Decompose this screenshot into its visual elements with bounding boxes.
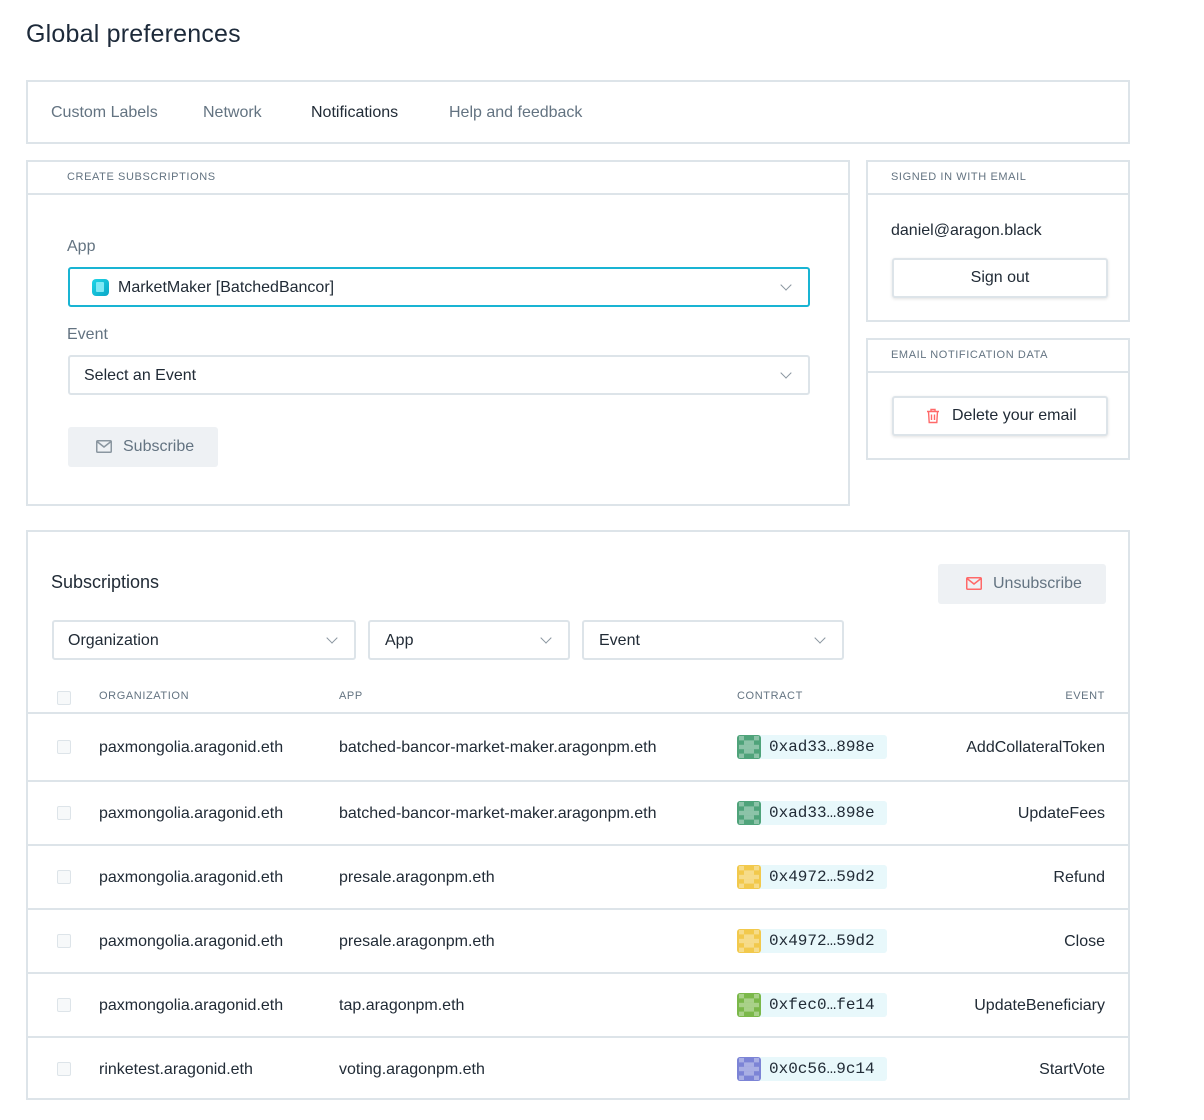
row-checkbox[interactable] bbox=[57, 1062, 71, 1076]
create-subscriptions-header: CREATE SUBSCRIPTIONS bbox=[28, 162, 848, 195]
app-filter-value: App bbox=[385, 632, 414, 649]
app-select[interactable]: MarketMaker [BatchedBancor] bbox=[68, 267, 810, 307]
column-header-app: APP bbox=[339, 690, 363, 702]
row-app: voting.aragonpm.eth bbox=[339, 1061, 485, 1078]
table-row[interactable]: paxmongolia.aragonid.eth presale.aragonpm… bbox=[28, 844, 1128, 908]
identicon-icon bbox=[737, 735, 761, 759]
row-organization: paxmongolia.aragonid.eth bbox=[99, 739, 284, 756]
row-app: batched-bancor-market-maker.aragonpm.eth bbox=[339, 739, 657, 756]
column-header-organization: ORGANIZATION bbox=[99, 690, 190, 702]
chevron-down-icon bbox=[780, 279, 792, 291]
tab-network[interactable]: Network bbox=[203, 82, 262, 142]
identicon-icon bbox=[737, 865, 761, 889]
chevron-down-icon bbox=[780, 367, 792, 379]
contract-address-badge[interactable]: 0x4972…59d2 bbox=[737, 865, 887, 889]
table-row[interactable]: paxmongolia.aragonid.eth batched-bancor-m… bbox=[28, 712, 1128, 780]
column-header-event: EVENT bbox=[1065, 690, 1105, 702]
email-notification-data-panel: EMAIL NOTIFICATION DATA Delete your emai… bbox=[866, 338, 1130, 460]
row-app: tap.aragonpm.eth bbox=[339, 997, 465, 1014]
table-row[interactable]: paxmongolia.aragonid.eth tap.aragonpm.eth… bbox=[28, 972, 1128, 1036]
row-checkbox[interactable] bbox=[57, 870, 71, 884]
row-organization: paxmongolia.aragonid.eth bbox=[99, 997, 284, 1014]
row-event: Refund bbox=[1053, 869, 1105, 886]
contract-address-badge[interactable]: 0x0c56…9c14 bbox=[737, 1057, 887, 1081]
page-title: Global preferences bbox=[26, 20, 241, 48]
row-contract: 0xad33…898e bbox=[769, 804, 875, 822]
identicon-icon bbox=[737, 1057, 761, 1081]
row-contract: 0xad33…898e bbox=[769, 738, 875, 756]
identicon-icon bbox=[737, 929, 761, 953]
row-contract: 0xfec0…fe14 bbox=[769, 996, 875, 1014]
app-field-label: App bbox=[67, 238, 96, 255]
subscribe-button-label: Subscribe bbox=[123, 438, 195, 455]
row-checkbox[interactable] bbox=[57, 998, 71, 1012]
contract-address-badge[interactable]: 0xfec0…fe14 bbox=[737, 993, 887, 1017]
delete-email-label: Delete your email bbox=[952, 407, 1077, 424]
contract-address-badge[interactable]: 0x4972…59d2 bbox=[737, 929, 887, 953]
sign-out-button[interactable]: Sign out bbox=[892, 258, 1108, 298]
event-field-label: Event bbox=[67, 326, 108, 343]
signed-in-header: SIGNED IN WITH EMAIL bbox=[868, 162, 1128, 195]
app-select-value: MarketMaker [BatchedBancor] bbox=[118, 279, 335, 296]
row-organization: paxmongolia.aragonid.eth bbox=[99, 869, 284, 886]
row-app: presale.aragonpm.eth bbox=[339, 933, 495, 950]
tab-bar: Custom Labels Network Notifications Help… bbox=[26, 80, 1130, 144]
unsubscribe-button-label: Unsubscribe bbox=[993, 575, 1082, 592]
tab-help-and-feedback[interactable]: Help and feedback bbox=[449, 82, 582, 142]
mail-icon bbox=[966, 577, 982, 590]
delete-email-button[interactable]: Delete your email bbox=[892, 396, 1108, 436]
row-checkbox[interactable] bbox=[57, 740, 71, 754]
event-filter-value: Event bbox=[599, 632, 640, 649]
row-contract: 0x4972…59d2 bbox=[769, 868, 875, 886]
row-checkbox[interactable] bbox=[57, 806, 71, 820]
row-contract: 0x4972…59d2 bbox=[769, 932, 875, 950]
identicon-icon bbox=[737, 993, 761, 1017]
row-app: presale.aragonpm.eth bbox=[339, 869, 495, 886]
identicon-icon bbox=[737, 801, 761, 825]
signed-in-title: SIGNED IN WITH EMAIL bbox=[891, 171, 1027, 183]
row-checkbox[interactable] bbox=[57, 934, 71, 948]
tab-notifications[interactable]: Notifications bbox=[311, 82, 398, 142]
unsubscribe-button[interactable]: Unsubscribe bbox=[938, 564, 1106, 604]
select-all-checkbox[interactable] bbox=[57, 691, 71, 705]
row-app: batched-bancor-market-maker.aragonpm.eth bbox=[339, 805, 657, 822]
organization-filter-value: Organization bbox=[68, 632, 159, 649]
row-organization: rinketest.aragonid.eth bbox=[99, 1061, 253, 1078]
mail-icon bbox=[96, 440, 112, 453]
column-header-contract: CONTRACT bbox=[737, 690, 803, 702]
app-filter[interactable]: App bbox=[368, 620, 570, 660]
row-event: Close bbox=[1064, 933, 1105, 950]
create-subscriptions-title: CREATE SUBSCRIPTIONS bbox=[67, 171, 216, 183]
tab-custom-labels[interactable]: Custom Labels bbox=[51, 82, 158, 142]
event-filter[interactable]: Event bbox=[582, 620, 844, 660]
app-cube-icon bbox=[92, 279, 109, 296]
subscribe-button[interactable]: Subscribe bbox=[68, 427, 218, 467]
trash-icon bbox=[927, 408, 939, 424]
table-row[interactable]: paxmongolia.aragonid.eth batched-bancor-m… bbox=[28, 780, 1128, 844]
row-organization: paxmongolia.aragonid.eth bbox=[99, 933, 284, 950]
row-contract: 0x0c56…9c14 bbox=[769, 1060, 875, 1078]
row-event: UpdateFees bbox=[1017, 805, 1105, 822]
row-event: StartVote bbox=[1039, 1061, 1105, 1078]
email-data-header: EMAIL NOTIFICATION DATA bbox=[868, 340, 1128, 373]
create-subscriptions-panel: CREATE SUBSCRIPTIONS App MarketMaker [Ba… bbox=[26, 160, 850, 506]
contract-address-badge[interactable]: 0xad33…898e bbox=[737, 801, 887, 825]
organization-filter[interactable]: Organization bbox=[52, 620, 356, 660]
chevron-down-icon bbox=[814, 632, 826, 644]
row-event: UpdateBeneficiary bbox=[974, 997, 1105, 1014]
row-organization: paxmongolia.aragonid.eth bbox=[99, 805, 284, 822]
contract-address-badge[interactable]: 0xad33…898e bbox=[737, 735, 887, 759]
subscriptions-title: Subscriptions bbox=[51, 572, 160, 592]
signed-in-email: daniel@aragon.black bbox=[891, 222, 1042, 239]
event-select[interactable]: Select an Event bbox=[68, 355, 810, 395]
row-event: AddCollateralToken bbox=[966, 739, 1105, 756]
table-row[interactable]: rinketest.aragonid.eth voting.aragonpm.et… bbox=[28, 1036, 1128, 1100]
event-select-value: Select an Event bbox=[84, 367, 197, 384]
table-row[interactable]: paxmongolia.aragonid.eth presale.aragonpm… bbox=[28, 908, 1128, 972]
email-data-title: EMAIL NOTIFICATION DATA bbox=[891, 349, 1049, 361]
chevron-down-icon bbox=[326, 632, 338, 644]
chevron-down-icon bbox=[540, 632, 552, 644]
signed-in-panel: SIGNED IN WITH EMAIL daniel@aragon.black… bbox=[866, 160, 1130, 322]
